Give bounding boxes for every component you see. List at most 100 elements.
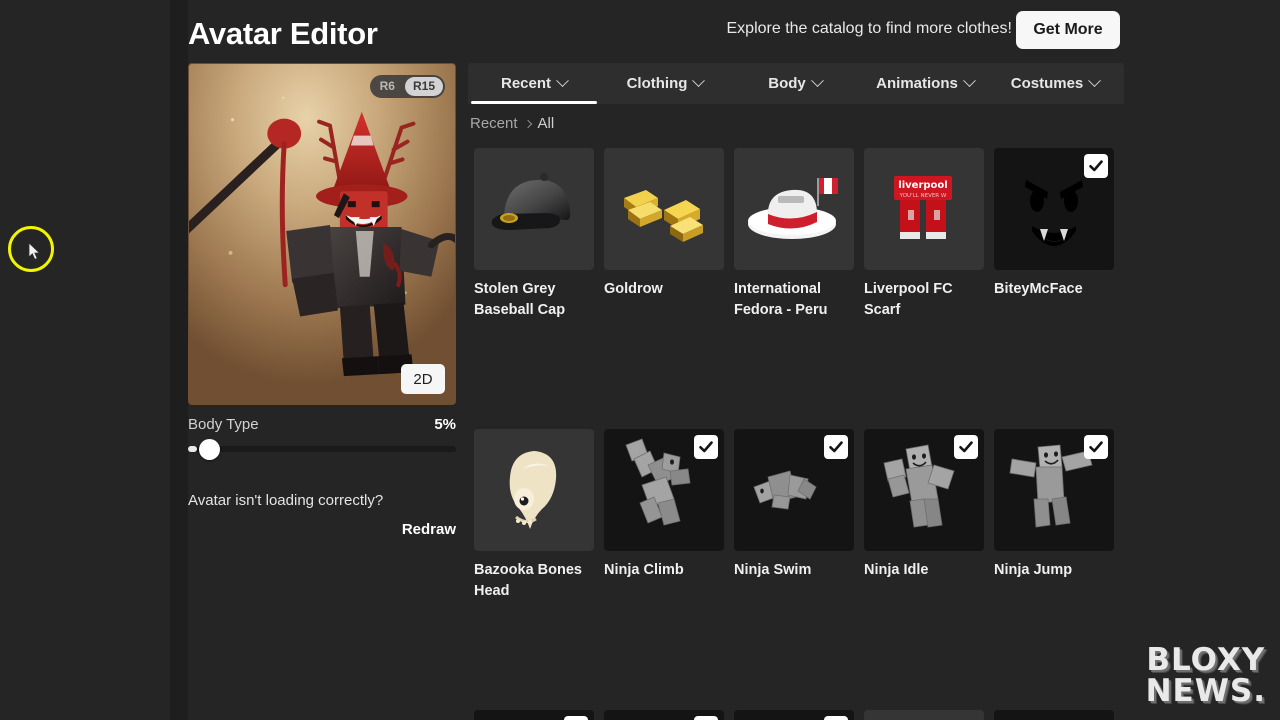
item-selected-checkbox[interactable]	[824, 435, 848, 459]
check-icon	[959, 441, 973, 453]
grid-item: International Fedora - Peru	[734, 148, 854, 321]
body-type-slider-block: Body Type 5%	[188, 416, 456, 460]
item-label: Ninja Climb	[604, 562, 684, 578]
chevron-right-icon	[523, 119, 532, 128]
tab-recent-label: Recent	[500, 75, 552, 92]
breadcrumb-current: All	[537, 115, 555, 132]
item-thumbnail[interactable]	[734, 148, 854, 270]
left-gutter-strip	[170, 0, 188, 720]
view-2d-button[interactable]: 2D	[401, 364, 445, 394]
grid-item: Bazooka Bones Head	[474, 429, 594, 602]
item-thumbnail[interactable]	[734, 429, 854, 551]
item-label: Ninja Swim	[734, 562, 812, 578]
item-thumbnail[interactable]	[474, 429, 594, 551]
grid-item: BiteyMcFace	[994, 148, 1114, 321]
avatar-editor-page: Avatar Editor Explore the catalog to fin…	[0, 0, 1280, 720]
body-type-header: Body Type 5%	[188, 416, 456, 433]
watermark-line-2: NEWS.	[1145, 672, 1266, 709]
item-thumbnail[interactable]	[864, 710, 984, 720]
grid-item: Ninja Climb	[604, 429, 724, 602]
fedora-art	[748, 178, 838, 239]
bazooka-bones-head-art	[509, 451, 557, 529]
item-selected-checkbox[interactable]	[824, 716, 848, 720]
redraw-block: Avatar isn't loading correctly? Redraw	[188, 492, 456, 538]
redraw-question-text: Avatar isn't loading correctly?	[188, 492, 384, 509]
grid-item	[474, 710, 594, 720]
svg-text:YOU'LL NEVER W: YOU'LL NEVER W	[899, 193, 947, 199]
bloxy-news-watermark: BLOXY NEWS.	[1145, 642, 1266, 709]
tab-recent[interactable]: Recent	[468, 63, 600, 104]
item-selected-checkbox[interactable]	[694, 435, 718, 459]
grid-item	[734, 710, 854, 720]
item-label: Liverpool FC Scarf	[864, 281, 953, 318]
rig-type-toggle[interactable]: R6 R15	[369, 75, 445, 98]
svg-text:liverpool: liverpool	[898, 180, 947, 191]
watermark-line-1: BLOXY	[1146, 642, 1266, 679]
body-type-slider-knob[interactable]	[198, 438, 220, 460]
grid-item: Ninja Jump	[994, 429, 1114, 602]
avatar-3d-render[interactable]	[189, 64, 455, 404]
item-selected-checkbox[interactable]	[694, 716, 718, 720]
tab-costumes-label: Costumes	[1010, 75, 1084, 92]
tab-clothing[interactable]: Clothing	[600, 63, 730, 104]
check-icon	[699, 441, 713, 453]
grid-item: Stolen Grey Baseball Cap	[474, 148, 594, 321]
rig-option-r6[interactable]: R6	[372, 77, 403, 96]
mouse-cursor-icon	[28, 243, 41, 260]
item-thumbnail[interactable]	[604, 429, 724, 551]
grid-item	[994, 710, 1114, 720]
page-title: Avatar Editor	[188, 16, 378, 51]
item-label: Ninja Jump	[994, 562, 1073, 578]
gold-bars-art	[624, 190, 703, 242]
grid-item: Goldrow	[604, 148, 724, 321]
item-thumbnail[interactable]	[604, 148, 724, 270]
item-thumbnail[interactable]	[604, 710, 724, 720]
item-thumbnail[interactable]	[474, 148, 594, 270]
category-tabbar: Recent Clothing Body Animations Costumes	[468, 63, 1124, 104]
chevron-down-icon	[810, 74, 824, 88]
item-thumbnail[interactable]	[994, 710, 1114, 720]
item-selected-checkbox[interactable]	[954, 435, 978, 459]
grid-item: Ninja Swim	[734, 429, 854, 602]
redraw-link[interactable]: Redraw	[188, 521, 456, 538]
breadcrumb-root[interactable]: Recent	[470, 115, 518, 132]
grid-item: Ninja Idle	[864, 429, 984, 602]
tab-costumes[interactable]: Costumes	[990, 63, 1120, 104]
tab-clothing-label: Clothing	[626, 75, 688, 92]
grid-item	[864, 710, 984, 720]
body-type-slider-track[interactable]	[188, 438, 456, 460]
body-type-slider-fill	[188, 446, 197, 452]
catalog-cta-text: Explore the catalog to find more clothes…	[726, 20, 1013, 37]
avatar-preview-panel[interactable]: R6 R15 2D	[188, 63, 456, 405]
chevron-down-icon	[1088, 74, 1102, 88]
item-thumbnail[interactable]	[864, 429, 984, 551]
item-thumbnail[interactable]: liverpool YOU'LL NEVER W	[864, 148, 984, 270]
grid-item	[604, 710, 724, 720]
tab-animations-label: Animations	[876, 75, 958, 92]
item-thumbnail[interactable]	[474, 710, 594, 720]
grid-item: liverpool YOU'LL NEVER W Liverpool FC Sc…	[864, 148, 984, 321]
item-thumbnail[interactable]	[994, 429, 1114, 551]
body-type-label: Body Type	[188, 416, 259, 433]
check-icon	[1089, 160, 1103, 172]
chevron-down-icon	[556, 74, 569, 88]
item-label: International Fedora - Peru	[734, 281, 828, 318]
baseball-cap-art	[491, 173, 571, 230]
item-thumbnail[interactable]	[994, 148, 1114, 270]
body-type-value: 5%	[434, 416, 456, 433]
item-label: Bazooka Bones Head	[474, 562, 582, 599]
tab-body[interactable]: Body	[730, 63, 860, 104]
tab-animations[interactable]: Animations	[860, 63, 990, 104]
item-label: Goldrow	[604, 281, 663, 297]
liverpool-scarf-art: liverpool YOU'LL NEVER W	[894, 176, 952, 239]
item-label: Stolen Grey Baseball Cap	[474, 281, 566, 318]
get-more-button[interactable]: Get More	[1016, 11, 1120, 49]
rig-option-r15[interactable]: R15	[404, 77, 443, 96]
item-selected-checkbox[interactable]	[1084, 435, 1108, 459]
item-selected-checkbox[interactable]	[1084, 154, 1108, 178]
item-thumbnail[interactable]	[734, 710, 854, 720]
item-label: Ninja Idle	[864, 562, 929, 578]
item-grid: Stolen Grey Baseball Cap Goldrow Interna…	[474, 148, 1124, 720]
chevron-down-icon	[962, 74, 976, 88]
item-selected-checkbox[interactable]	[564, 716, 588, 720]
